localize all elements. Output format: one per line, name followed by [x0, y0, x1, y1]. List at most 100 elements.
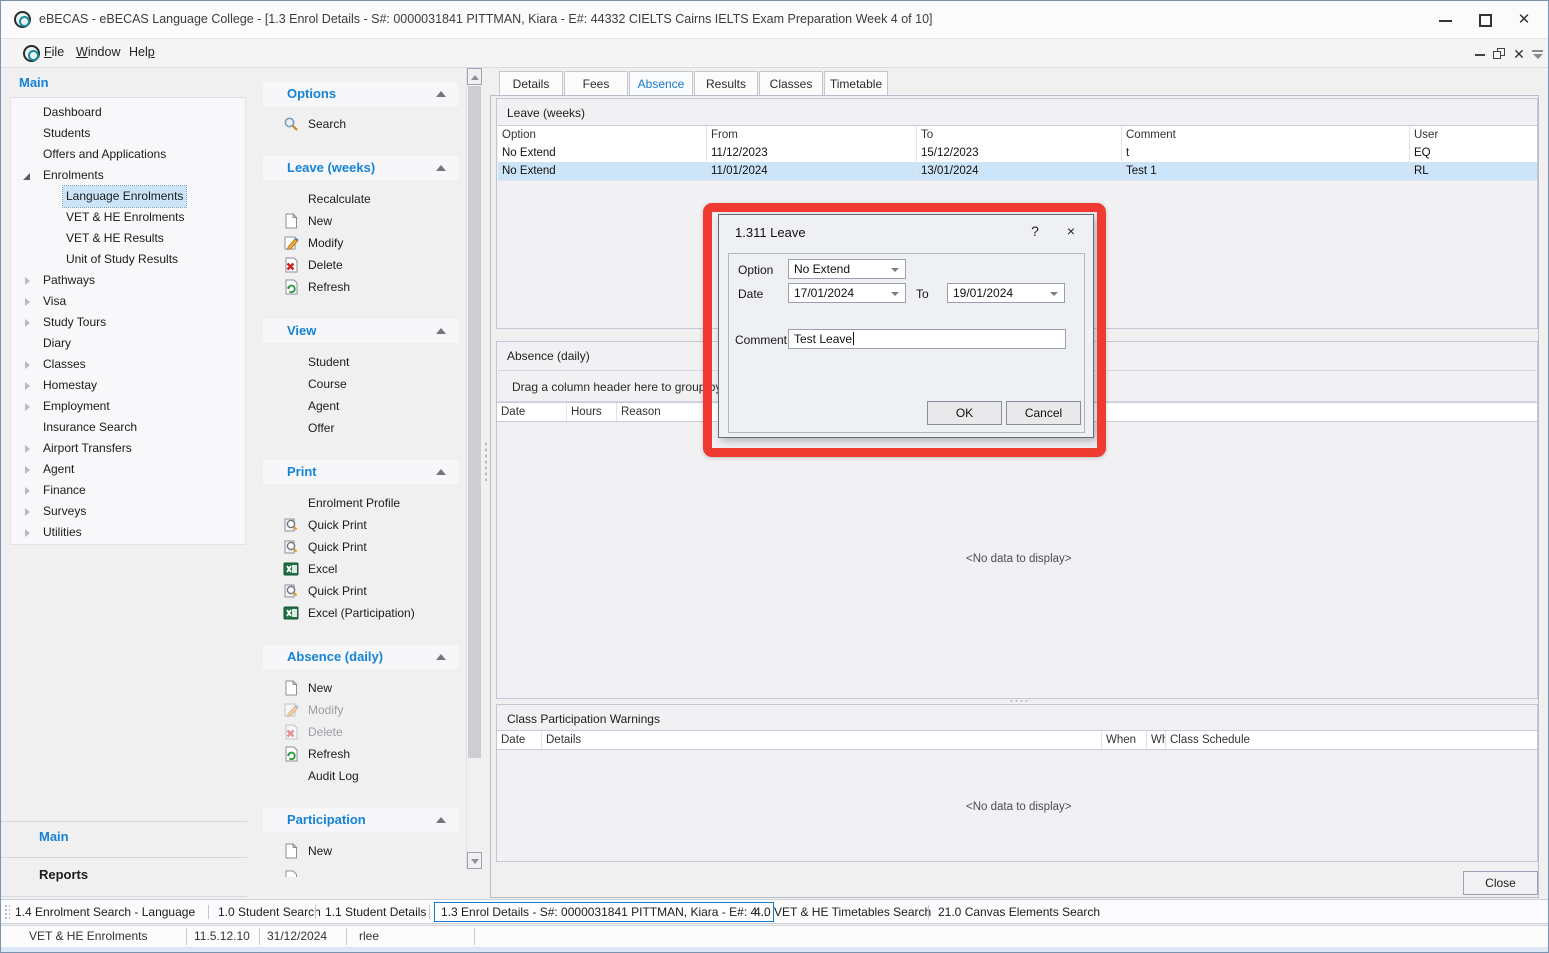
- leave-weeks-header-row[interactable]: Option From To Comment User: [498, 125, 1537, 145]
- action-enrolment-profile[interactable]: Enrolment Profile: [275, 492, 460, 514]
- nav-agent[interactable]: Agent: [11, 459, 245, 480]
- nav-unit-study-results[interactable]: Unit of Study Results: [11, 249, 245, 270]
- nav-language-enrolments[interactable]: Language Enrolments: [11, 186, 245, 207]
- tab-absence[interactable]: Absence: [629, 71, 693, 97]
- action-leave-modify[interactable]: Modify: [275, 232, 460, 254]
- nav-students[interactable]: Students: [11, 123, 245, 144]
- tab-results[interactable]: Results: [694, 71, 758, 96]
- action-panel: Options Search Leave (weeks) Recalculate…: [251, 68, 466, 877]
- section-view[interactable]: View: [263, 319, 458, 343]
- action-view-student[interactable]: Student: [275, 351, 460, 373]
- section-participation[interactable]: Participation: [263, 808, 458, 832]
- column-header[interactable]: To: [917, 126, 1122, 144]
- section-options[interactable]: Options: [263, 82, 458, 106]
- column-header[interactable]: Date: [497, 731, 542, 749]
- nav-classes[interactable]: Classes: [11, 354, 245, 375]
- action-view-course[interactable]: Course: [275, 373, 460, 395]
- nav-diary[interactable]: Diary: [11, 333, 245, 354]
- scroll-up-button[interactable]: [467, 68, 482, 85]
- window-tab-enrolment-search[interactable]: 1.4 Enrolment Search - Language: [15, 900, 195, 924]
- nav-surveys[interactable]: Surveys: [11, 501, 245, 522]
- sidebar-group-reports[interactable]: Reports: [39, 867, 88, 882]
- action-leave-delete[interactable]: Delete: [275, 254, 460, 276]
- action-absence-modify[interactable]: Modify: [275, 699, 460, 721]
- menu-help[interactable]: Help: [129, 45, 155, 59]
- nav-homestay[interactable]: Homestay: [11, 375, 245, 396]
- close-button[interactable]: Close: [1463, 871, 1538, 895]
- action-absence-new[interactable]: New: [275, 677, 460, 699]
- warnings-header-row[interactable]: Date Details When Wh Class Schedule: [497, 730, 1537, 750]
- scrollbar-thumb[interactable]: [468, 86, 481, 758]
- nav-visa[interactable]: Visa: [11, 291, 245, 312]
- nav-employment[interactable]: Employment: [11, 396, 245, 417]
- menu-window[interactable]: Window: [76, 45, 120, 59]
- column-header[interactable]: Hours: [567, 403, 617, 421]
- window-tab-student-details[interactable]: 1.1 Student Details: [325, 900, 426, 924]
- column-header[interactable]: When: [1102, 731, 1147, 749]
- nav-pathways[interactable]: Pathways: [11, 270, 245, 291]
- sidebar-group-main[interactable]: Main: [39, 829, 69, 844]
- nav-airport-transfers[interactable]: Airport Transfers: [11, 438, 245, 459]
- window-tab-student-search[interactable]: 1.0 Student Search: [218, 900, 321, 924]
- mdi-restore-button[interactable]: [1490, 46, 1508, 62]
- action-view-offer[interactable]: Offer: [275, 417, 460, 439]
- action-partial-item[interactable]: [275, 867, 460, 877]
- nav-vet-he-results[interactable]: VET & HE Results: [11, 228, 245, 249]
- nav-enrolments[interactable]: Enrolments: [11, 165, 245, 186]
- action-audit-log[interactable]: Audit Log: [275, 765, 460, 787]
- nav-study-tours[interactable]: Study Tours: [11, 312, 245, 333]
- mdi-close-button[interactable]: ✕: [1510, 46, 1528, 62]
- action-view-agent[interactable]: Agent: [275, 395, 460, 417]
- action-quick-print-2[interactable]: Quick Print: [275, 536, 460, 558]
- maximize-button[interactable]: [1469, 7, 1503, 33]
- vertical-splitter[interactable]: [484, 441, 489, 481]
- action-panel-scrollbar[interactable]: [466, 68, 481, 869]
- table-row[interactable]: No Extend 11/12/2023 15/12/2023 t EQ: [498, 144, 1537, 163]
- window-tab-vet-he-timetables[interactable]: 4.0 VET & HE Timetables Search: [754, 900, 931, 924]
- nav-dashboard[interactable]: Dashboard: [11, 102, 245, 123]
- action-absence-delete[interactable]: Delete: [275, 721, 460, 743]
- column-header[interactable]: Wh: [1147, 731, 1166, 749]
- action-excel[interactable]: Excel: [275, 558, 460, 580]
- nav-insurance-search[interactable]: Insurance Search: [11, 417, 245, 438]
- column-header[interactable]: Reason: [617, 403, 712, 421]
- action-quick-print-1[interactable]: Quick Print: [275, 514, 460, 536]
- divider: [1, 821, 247, 822]
- close-window-button[interactable]: ✕: [1507, 7, 1541, 33]
- table-row-selected[interactable]: No Extend 11/01/2024 13/01/2024 Test 1 R…: [498, 162, 1537, 181]
- column-header[interactable]: Option: [498, 126, 707, 144]
- column-header[interactable]: Details: [542, 731, 1102, 749]
- action-leave-refresh[interactable]: Refresh: [275, 276, 460, 298]
- action-leave-new[interactable]: New: [275, 210, 460, 232]
- action-participation-new[interactable]: New: [275, 840, 460, 862]
- tab-fees[interactable]: Fees: [564, 71, 628, 96]
- column-header[interactable]: From: [707, 126, 917, 144]
- mdi-pin-button[interactable]: [1529, 46, 1547, 62]
- column-header[interactable]: Class Schedule: [1166, 731, 1537, 749]
- nav-finance[interactable]: Finance: [11, 480, 245, 501]
- minimize-button[interactable]: [1429, 7, 1463, 33]
- nav-vet-he-enrolments[interactable]: VET & HE Enrolments: [11, 207, 245, 228]
- column-header[interactable]: User: [1410, 126, 1537, 144]
- section-absence-daily[interactable]: Absence (daily): [263, 645, 458, 669]
- window-tab-canvas-elements[interactable]: 21.0 Canvas Elements Search: [938, 900, 1100, 924]
- column-header[interactable]: Date: [497, 403, 567, 421]
- section-print[interactable]: Print: [263, 460, 458, 484]
- tab-timetable[interactable]: Timetable: [824, 71, 888, 96]
- window-tab-enrol-details[interactable]: 1.3 Enrol Details - S#: 0000031841 PITTM…: [434, 902, 774, 922]
- action-excel-participation[interactable]: Excel (Participation): [275, 602, 460, 624]
- action-quick-print-3[interactable]: Quick Print: [275, 580, 460, 602]
- mdi-minimize-button[interactable]: [1471, 46, 1489, 62]
- action-search[interactable]: Search: [275, 113, 460, 135]
- column-header[interactable]: Comment: [1122, 126, 1410, 144]
- nav-utilities[interactable]: Utilities: [11, 522, 245, 543]
- scroll-down-button[interactable]: [467, 852, 482, 869]
- nav-offers-applications[interactable]: Offers and Applications: [11, 144, 245, 165]
- tab-classes[interactable]: Classes: [759, 71, 823, 96]
- action-absence-refresh[interactable]: Refresh: [275, 743, 460, 765]
- action-recalculate[interactable]: Recalculate: [275, 188, 460, 210]
- menu-file[interactable]: File: [44, 45, 64, 59]
- section-leave-weeks[interactable]: Leave (weeks): [263, 156, 458, 180]
- tab-details[interactable]: Details: [499, 71, 563, 96]
- drag-grip[interactable]: [4, 904, 10, 920]
